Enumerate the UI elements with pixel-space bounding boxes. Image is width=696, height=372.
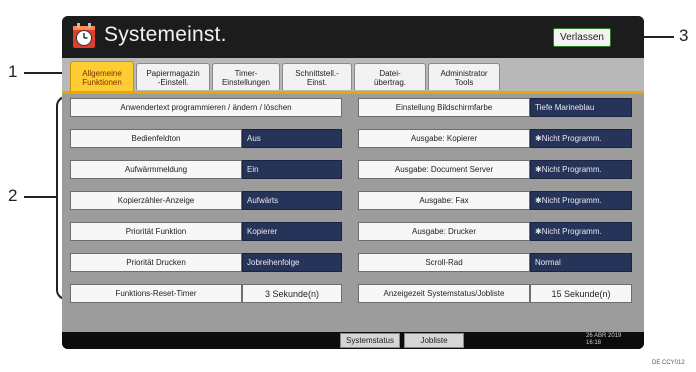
callout-3: 3 (679, 26, 689, 45)
setting-row[interactable]: Bedienfeldton Aus (70, 129, 342, 148)
system-status-button[interactable]: Systemstatus (340, 333, 400, 348)
figure-code: DE CCY012 (652, 360, 685, 366)
setting-label[interactable]: Einstellung Bildschirmfarbe (358, 98, 530, 117)
setting-label[interactable]: Ausgabe: Kopierer (358, 129, 530, 148)
tab-file-transfer[interactable]: Datei- übertrag. (354, 63, 426, 90)
tab-label-line1: Datei- (379, 68, 401, 78)
setting-value: Ein (242, 160, 342, 179)
title-bar: Systemeinst. Verlassen (62, 16, 644, 58)
setting-label[interactable]: Aufwärmmeldung (70, 160, 242, 179)
setting-row[interactable]: Ausgabe: Drucker ✱Nicht Programm. (358, 222, 632, 241)
setting-label[interactable]: Bedienfeldton (70, 129, 242, 148)
tab-timer-settings[interactable]: Timer- Einstellungen (212, 63, 280, 90)
setting-label[interactable]: Ausgabe: Drucker (358, 222, 530, 241)
setting-value: Normal (530, 253, 632, 272)
content-area: Allgemeine Funktionen Papiermagazin -Ein… (62, 58, 644, 332)
setting-row[interactable]: Priorität Funktion Kopierer (70, 222, 342, 241)
setting-value: ✱Nicht Programm. (530, 191, 632, 210)
setting-label[interactable]: Priorität Drucken (70, 253, 242, 272)
setting-value: ✱Nicht Programm. (530, 222, 632, 241)
setting-row[interactable]: Funktions-Reset-Timer 3 Sekunde(n) (70, 284, 342, 303)
job-list-button[interactable]: Jobliste (404, 333, 464, 348)
callout-2-line (24, 196, 56, 198)
setting-row[interactable]: Aufwärmmeldung Ein (70, 160, 342, 179)
callout-2: 2 (8, 186, 18, 205)
setting-value: Kopierer (242, 222, 342, 241)
setting-row[interactable]: Scroll-Rad Normal (358, 253, 632, 272)
tab-label-line2: Einstellungen (221, 77, 271, 87)
setting-value: ✱Nicht Programm. (530, 129, 632, 148)
setting-row[interactable]: Anwendertext programmieren / ändern / lö… (70, 98, 342, 117)
setting-label[interactable]: Ausgabe: Document Server (358, 160, 530, 179)
tab-interface-settings[interactable]: Schnittstell.- Einst. (282, 63, 352, 90)
tab-general-functions[interactable]: Allgemeine Funktionen (70, 61, 134, 92)
tab-label-line2: Einst. (306, 77, 327, 87)
exit-button[interactable]: Verlassen (553, 28, 611, 47)
settings-panel: Anwendertext programmieren / ändern / lö… (70, 98, 634, 326)
tab-label-line2: übertrag. (373, 77, 407, 87)
setting-row[interactable]: Ausgabe: Fax ✱Nicht Programm. (358, 191, 632, 210)
setting-value: Aufwärts (242, 191, 342, 210)
tab-label-line1: Administrator (440, 68, 488, 78)
setting-row[interactable]: Anzeigezeit Systemstatus/Jobliste 15 Sek… (358, 284, 632, 303)
setting-label-user-text[interactable]: Anwendertext programmieren / ändern / lö… (70, 98, 342, 117)
tab-tray-paper-settings[interactable]: Papiermagazin -Einstell. (136, 63, 210, 90)
tab-label-line2: Funktionen (82, 77, 122, 87)
active-tab-underline (62, 91, 644, 94)
time-text: 16:18 (586, 340, 602, 346)
tab-label-line1: Schnittstell.- (295, 68, 339, 78)
setting-value: Aus (242, 129, 342, 148)
status-bar: Systemstatus Jobliste 26 ABR 2019 16:18 (62, 332, 644, 349)
tab-label-line1: Allgemeine (82, 68, 122, 78)
setting-row[interactable]: Priorität Drucken Jobreihenfolge (70, 253, 342, 272)
tab-label-line1: Timer- (234, 68, 258, 78)
setting-row[interactable]: Kopierzähler-Anzeige Aufwärts (70, 191, 342, 210)
setting-label[interactable]: Funktions-Reset-Timer (70, 284, 242, 303)
date-text: 26 ABR 2019 (586, 333, 622, 339)
setting-label[interactable]: Priorität Funktion (70, 222, 242, 241)
setting-value: Jobreihenfolge (242, 253, 342, 272)
tab-label-line1: Papiermagazin (146, 68, 200, 78)
page-title: Systemeinst. (104, 23, 227, 46)
setting-label[interactable]: Kopierzähler-Anzeige (70, 191, 242, 210)
setting-row[interactable]: Ausgabe: Kopierer ✱Nicht Programm. (358, 129, 632, 148)
settings-timer-icon (72, 23, 96, 49)
setting-label[interactable]: Ausgabe: Fax (358, 191, 530, 210)
setting-value: 3 Sekunde(n) (242, 284, 342, 303)
tab-label-line2: -Einstell. (157, 77, 189, 87)
setting-value: 15 Sekunde(n) (530, 284, 632, 303)
tab-administrator-tools[interactable]: Administrator Tools (428, 63, 500, 90)
setting-row[interactable]: Ausgabe: Document Server ✱Nicht Programm… (358, 160, 632, 179)
setting-value: Tiefe Marineblau (530, 98, 632, 117)
date-time: 26 ABR 2019 16:18 (586, 333, 621, 347)
setting-row[interactable]: Einstellung Bildschirmfarbe Tiefe Marine… (358, 98, 632, 117)
setting-value: ✱Nicht Programm. (530, 160, 632, 179)
tab-strip: Allgemeine Funktionen Papiermagazin -Ein… (62, 58, 644, 92)
setting-label[interactable]: Scroll-Rad (358, 253, 530, 272)
device-screen: Systemeinst. Verlassen Allgemeine Funkti… (62, 16, 644, 349)
callout-1: 1 (8, 62, 18, 81)
setting-label[interactable]: Anzeigezeit Systemstatus/Jobliste (358, 284, 530, 303)
tab-label-line2: Tools (454, 77, 474, 87)
